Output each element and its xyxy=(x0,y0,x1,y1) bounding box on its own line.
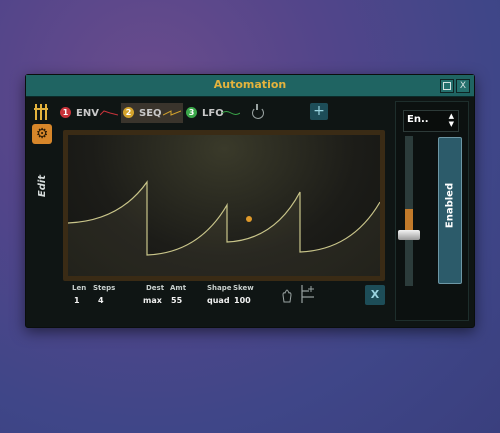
tab-env[interactable]: 1 ENV xyxy=(58,103,120,123)
align-icon[interactable] xyxy=(300,285,316,303)
destination-select[interactable]: En.. ▲ ▼ xyxy=(403,110,459,132)
window-title: Automation xyxy=(213,78,287,91)
len-value[interactable]: 1 xyxy=(74,296,80,305)
clear-button[interactable]: X xyxy=(365,285,385,305)
tab-lfo[interactable]: 3 LFO xyxy=(184,103,246,123)
amt-label: Amt xyxy=(170,284,187,292)
len-label: Len xyxy=(72,284,87,292)
dest-label: Dest xyxy=(146,284,165,292)
amount-slider-thumb[interactable] xyxy=(398,230,420,240)
shape-value[interactable]: quad xyxy=(207,296,230,305)
title-bar[interactable]: Automation X xyxy=(26,75,474,97)
power-icon[interactable] xyxy=(252,104,264,119)
skew-value[interactable]: 100 xyxy=(234,296,251,305)
tab-seq-number: 2 xyxy=(123,107,134,118)
maximize-icon xyxy=(443,82,451,90)
left-toolbar: ⚙ Edit xyxy=(27,99,57,299)
edit-mode-label[interactable]: Edit xyxy=(28,172,58,200)
automation-curve[interactable] xyxy=(68,135,380,276)
tab-lfo-label: LFO xyxy=(202,108,224,119)
amt-value[interactable]: 55 xyxy=(171,296,182,305)
dest-value[interactable]: max xyxy=(143,296,162,305)
tab-seq[interactable]: 2 SEQ xyxy=(121,103,183,123)
shape-label: Shape xyxy=(207,284,232,292)
parameter-row: Len 1 Steps 4 Dest max Amt 55 Shape quad… xyxy=(66,284,386,314)
playhead-dot xyxy=(246,216,252,222)
tab-lfo-number: 3 xyxy=(186,107,197,118)
tab-env-label: ENV xyxy=(76,108,99,119)
chevron-updown-icon: ▲ ▼ xyxy=(448,112,454,128)
hand-icon[interactable] xyxy=(281,289,293,303)
close-button[interactable]: X xyxy=(456,79,470,93)
lfo-preview-icon xyxy=(222,111,240,115)
add-modulator-button[interactable]: + xyxy=(310,103,328,120)
curve-editor-frame xyxy=(63,130,385,281)
steps-label: Steps xyxy=(93,284,116,292)
steps-value[interactable]: 4 xyxy=(98,296,104,305)
destination-select-value: En.. xyxy=(407,114,429,125)
tab-seq-label: SEQ xyxy=(139,108,162,119)
enabled-toggle-label: Enabled xyxy=(444,182,456,229)
curve-editor[interactable] xyxy=(68,135,380,276)
enabled-toggle[interactable]: Enabled xyxy=(438,137,462,284)
sliders-icon[interactable] xyxy=(34,104,48,120)
gear-icon[interactable]: ⚙ xyxy=(32,124,52,144)
maximize-button[interactable] xyxy=(440,79,454,93)
tab-env-number: 1 xyxy=(60,107,71,118)
env-preview-icon xyxy=(100,110,118,116)
curve-fill xyxy=(68,182,380,276)
skew-label: Skew xyxy=(233,284,254,292)
seq-preview-icon xyxy=(163,110,181,116)
